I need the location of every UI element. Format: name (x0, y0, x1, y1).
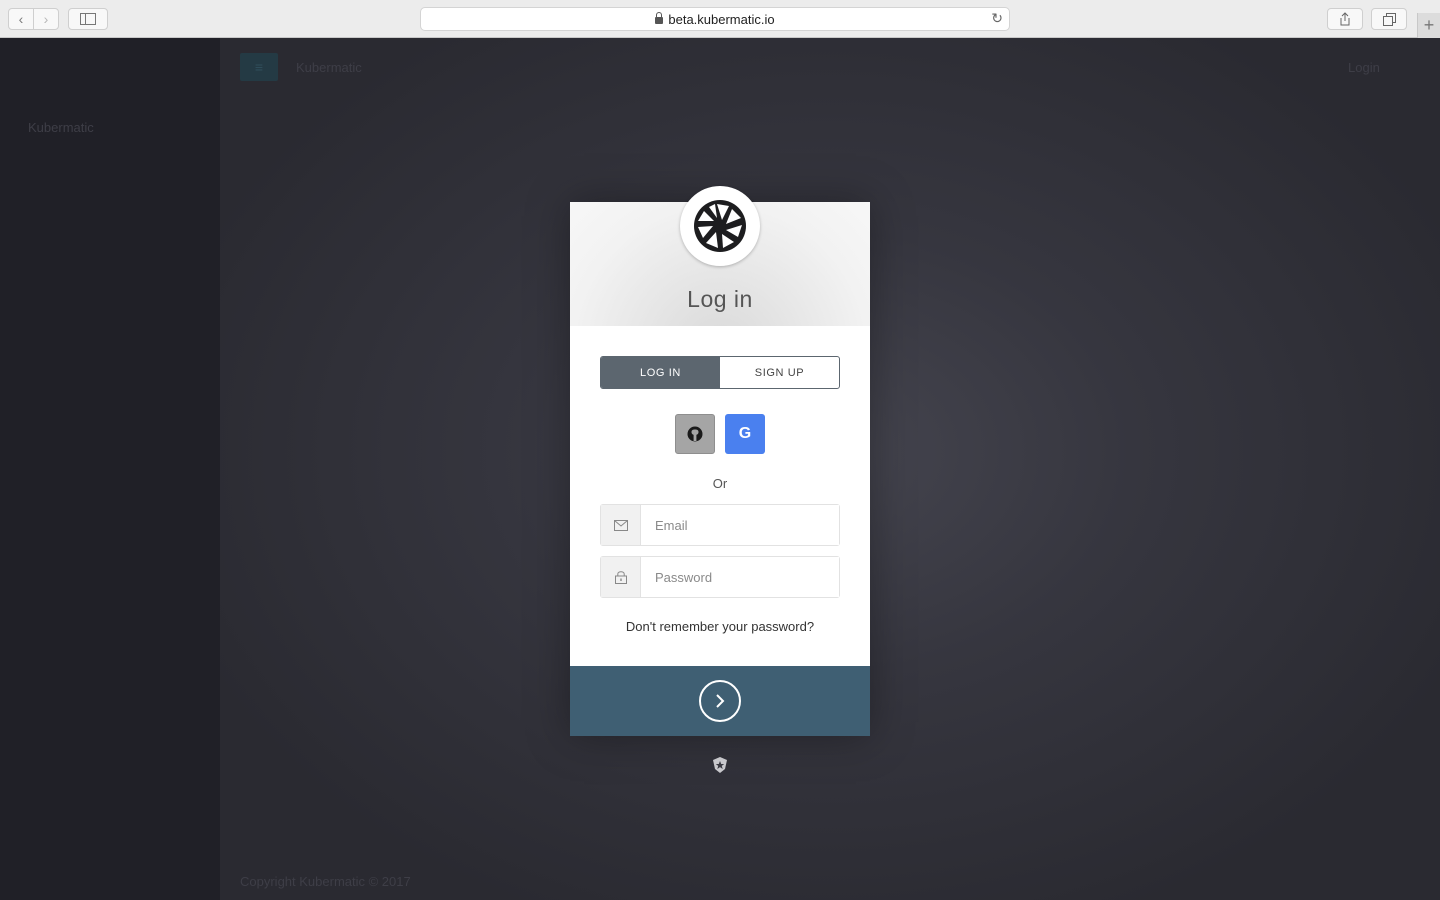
tab-sign-up[interactable]: SIGN UP (720, 357, 839, 388)
sidebar-icon (80, 13, 96, 25)
app-name: Kubermatic (296, 60, 362, 75)
browser-toolbar: ‹ › beta.kubermatic.io ↻ + (0, 0, 1440, 38)
or-divider: Or (712, 476, 728, 491)
chevron-left-icon: ‹ (18, 11, 24, 27)
tab-log-in[interactable]: LOG IN (601, 357, 720, 388)
back-button[interactable]: ‹ (8, 8, 34, 30)
email-icon-box (601, 505, 641, 545)
url-text: beta.kubermatic.io (668, 11, 775, 27)
chevron-right-icon (716, 694, 725, 708)
password-icon-box (601, 557, 641, 597)
submit-circle (699, 680, 741, 722)
tab-overview-button[interactable] (1371, 8, 1407, 30)
logo (680, 186, 760, 266)
google-login-button[interactable]: G (725, 414, 765, 454)
forgot-password-link[interactable]: Don't remember your password? (570, 619, 870, 634)
lock-icon (614, 571, 627, 584)
google-icon: G (738, 425, 752, 442)
lock-icon (655, 11, 664, 24)
password-input[interactable] (641, 557, 839, 597)
new-tab-button[interactable]: + (1417, 13, 1440, 38)
plus-icon: + (1423, 15, 1435, 35)
submit-button[interactable] (570, 666, 870, 736)
auth-mode-switcher: LOG IN SIGN UP (600, 356, 840, 389)
github-icon (687, 426, 703, 442)
copyright-footer: Copyright Kubermatic © 2017 (240, 874, 411, 889)
login-title: Log in (687, 286, 753, 312)
app-sidebar (0, 38, 220, 900)
forward-button[interactable]: › (33, 8, 59, 30)
github-login-button[interactable] (675, 414, 715, 454)
email-input[interactable] (641, 505, 839, 545)
chevron-right-icon: › (43, 11, 49, 27)
email-field-group (600, 504, 840, 546)
auth0-badge[interactable] (710, 755, 730, 775)
login-header: Log in (570, 186, 870, 326)
envelope-icon (613, 519, 628, 531)
login-dialog: Log in LOG IN SIGN UP G Or Don't remembe… (570, 186, 870, 736)
tabs-icon (1382, 12, 1396, 26)
aperture-icon (694, 200, 746, 252)
share-button[interactable] (1327, 8, 1363, 30)
header-login-link[interactable]: Login (1348, 60, 1380, 75)
sidebar-item-kubermatic[interactable]: Kubermatic (28, 120, 94, 135)
address-bar[interactable]: beta.kubermatic.io ↻ (420, 7, 1010, 31)
reload-icon[interactable]: ↻ (991, 10, 1003, 27)
sidebar-toggle-button[interactable] (68, 8, 108, 30)
menu-button[interactable]: ≡ (240, 53, 278, 81)
hamburger-icon: ≡ (254, 59, 264, 75)
password-field-group (600, 556, 840, 598)
share-icon (1340, 12, 1350, 26)
auth0-icon (713, 757, 727, 773)
